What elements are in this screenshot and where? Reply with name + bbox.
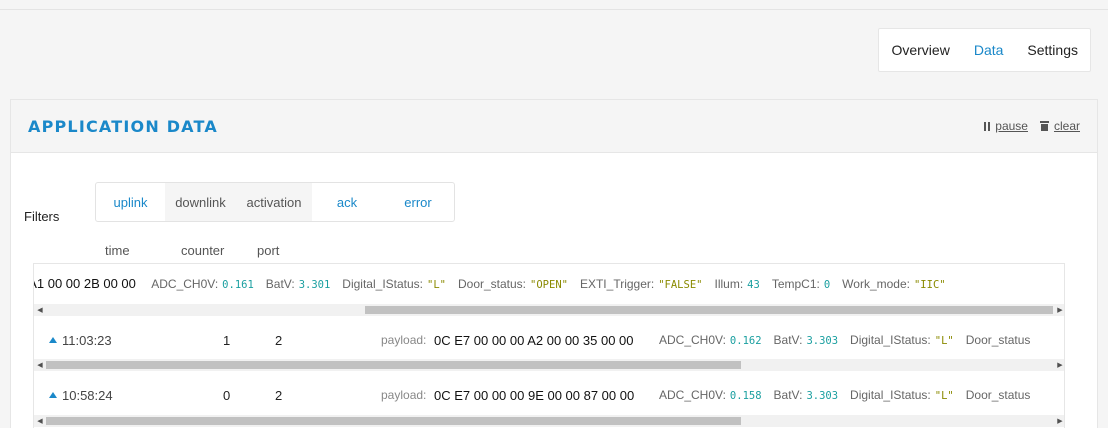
payload-hex: 0 00 A1 00 00 2B 00 00 <box>34 276 136 291</box>
row-counter: 0 <box>223 388 231 403</box>
data-list: 0 00 A1 00 00 2B 00 00 ADC_CH0V:0.161Bat… <box>33 263 1065 428</box>
field-key: ADC_CH0V: <box>659 388 726 402</box>
scroll-left-arrow[interactable]: ◀ <box>34 359 46 371</box>
filter-error[interactable]: error <box>382 183 454 221</box>
horizontal-scrollbar-2[interactable]: ◀ ▶ <box>34 359 1064 371</box>
collapse-caret-icon[interactable] <box>49 392 57 398</box>
scroll-right-arrow[interactable]: ▶ <box>1054 415 1064 427</box>
collapse-caret-icon[interactable] <box>49 337 57 343</box>
field-key: BatV: <box>773 333 803 347</box>
payload-label: payload: <box>381 388 427 402</box>
payload-label: payload: <box>381 333 427 347</box>
row-port: 2 <box>275 333 283 348</box>
horizontal-scrollbar-1[interactable]: ◀ ▶ <box>34 304 1064 316</box>
scrollbar-thumb[interactable] <box>46 417 741 425</box>
field-key: Work_mode: <box>842 277 910 291</box>
panel-header: APPLICATION DATA pause clear <box>11 100 1097 153</box>
field-key: BatV: <box>265 277 295 291</box>
tab-overview[interactable]: Overview <box>879 29 961 71</box>
field-key: Digital_IStatus: <box>342 277 424 291</box>
field-value: 43 <box>747 279 760 291</box>
field-value: 0 <box>823 279 831 291</box>
field-value: "L" <box>934 390 954 402</box>
filter-activation[interactable]: activation <box>236 183 312 221</box>
panel-title: APPLICATION DATA <box>28 116 218 136</box>
field-key: Door_status <box>965 333 1031 347</box>
filter-group: uplink downlink activation ack error <box>95 182 455 222</box>
column-header-counter: counter <box>181 243 225 258</box>
field-key: ADC_CH0V: <box>151 277 219 291</box>
filters-label: Filters <box>24 209 60 224</box>
field-key: Door_status <box>965 388 1031 402</box>
scroll-left-arrow[interactable]: ◀ <box>34 415 46 427</box>
pause-icon <box>984 121 991 131</box>
row-time: 10:58:24 <box>62 388 113 403</box>
column-header-port: port <box>257 243 280 258</box>
tab-settings[interactable]: Settings <box>1015 29 1090 71</box>
payload-hex: 0C E7 00 00 00 A2 00 00 35 00 00 <box>434 333 634 348</box>
tab-data[interactable]: Data <box>962 29 1016 71</box>
field-key: Illum: <box>714 277 744 291</box>
pause-button[interactable]: pause <box>984 119 1028 133</box>
field-key: TempC1: <box>771 277 820 291</box>
field-key: Digital_IStatus: <box>850 333 931 347</box>
field-key: BatV: <box>773 388 803 402</box>
field-key: Door_status: <box>457 277 527 291</box>
scrollbar-thumb[interactable] <box>365 306 1053 314</box>
filter-uplink[interactable]: uplink <box>96 183 165 221</box>
header-actions: pause clear <box>976 119 1080 133</box>
horizontal-scrollbar-3[interactable]: ◀ ▶ <box>34 415 1064 427</box>
field-value: "IIC" <box>913 279 946 291</box>
field-value: "L" <box>934 335 954 347</box>
column-header-time: time <box>105 243 130 258</box>
field-key: Digital_IStatus: <box>850 388 931 402</box>
filter-ack[interactable]: ack <box>312 183 382 221</box>
payload-hex: 0C E7 00 00 00 9E 00 00 87 00 00 <box>434 388 635 403</box>
row-time: 11:03:23 <box>62 333 112 348</box>
field-key: EXTI_Trigger: <box>579 277 655 291</box>
field-value: 3.303 <box>806 335 839 347</box>
field-value: "OPEN" <box>530 279 568 291</box>
table-row[interactable]: 10:58:24 0 2 payload: 0C E7 00 00 00 9E … <box>34 379 1064 413</box>
field-value: 0.161 <box>222 279 254 291</box>
field-key: ADC_CH0V: <box>659 333 726 347</box>
field-value: 0.158 <box>729 390 762 402</box>
table-row[interactable]: 11:03:23 1 2 payload: 0C E7 00 00 00 A2 … <box>34 324 1064 358</box>
filter-downlink[interactable]: downlink <box>165 183 236 221</box>
scrollbar-thumb[interactable] <box>46 361 741 369</box>
field-value: "FALSE" <box>658 279 703 291</box>
pause-label: pause <box>995 119 1028 133</box>
field-value: 3.303 <box>806 390 839 402</box>
field-value: 0.162 <box>729 335 762 347</box>
field-value: 3.301 <box>298 279 331 291</box>
clear-button[interactable]: clear <box>1039 119 1080 133</box>
trash-icon <box>1039 121 1049 131</box>
scroll-left-arrow[interactable]: ◀ <box>34 304 46 316</box>
scroll-right-arrow[interactable]: ▶ <box>1054 304 1064 316</box>
row-counter: 1 <box>223 333 231 348</box>
expanded-payload-row: 0 00 A1 00 00 2B 00 00 ADC_CH0V:0.161 Bat… <box>34 276 946 291</box>
field-value: "L" <box>427 279 446 291</box>
clear-label: clear <box>1053 119 1080 133</box>
top-bar <box>0 0 1108 10</box>
view-tabs: Overview Data Settings <box>878 28 1091 72</box>
row-port: 2 <box>275 388 283 403</box>
scroll-right-arrow[interactable]: ▶ <box>1054 359 1064 371</box>
